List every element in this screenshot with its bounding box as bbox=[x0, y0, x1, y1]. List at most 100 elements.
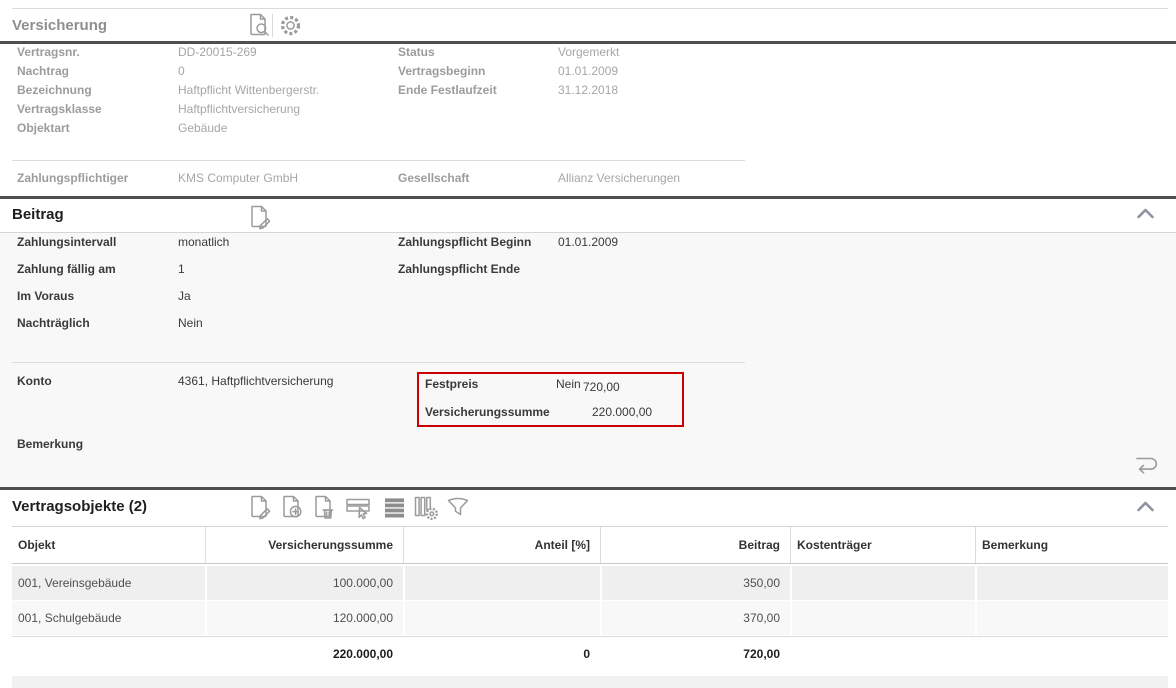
section-divider bbox=[0, 196, 1176, 199]
cell-bemerkung bbox=[975, 566, 1168, 600]
field-label: Konto bbox=[17, 374, 52, 388]
field-label: Zahlungspflicht Ende bbox=[398, 262, 520, 276]
cell-anteil bbox=[403, 601, 600, 635]
field-label: Nachträglich bbox=[17, 316, 90, 330]
field-label: Gesellschaft bbox=[398, 171, 469, 185]
rows-view-button[interactable] bbox=[382, 495, 407, 520]
field-label: Ende Festlaufzeit bbox=[398, 83, 497, 97]
field-label: Vertragsklasse bbox=[17, 102, 102, 116]
section-divider bbox=[0, 487, 1176, 490]
field-label: Versicherungssumme bbox=[425, 405, 550, 419]
cell-bemerkung bbox=[975, 601, 1168, 635]
field-group-divider bbox=[12, 160, 745, 161]
column-header-bemerkung[interactable]: Bemerkung bbox=[975, 527, 1168, 563]
column-settings-icon bbox=[412, 494, 439, 521]
total-anteil: 0 bbox=[403, 640, 600, 668]
insurance-detail-page: Versicherung Vertragsnr. DD-20015-269 Na… bbox=[0, 0, 1176, 688]
field-label: Zahlung fällig am bbox=[17, 262, 116, 276]
table-row[interactable]: 001, Schulgebäude 120.000,00 370,00 bbox=[12, 601, 1168, 635]
field-value: 0 bbox=[178, 64, 185, 78]
delete-document-icon bbox=[310, 494, 336, 520]
collapse-vertragsobjekte-button[interactable] bbox=[1136, 500, 1155, 512]
field-value: Haftpflichtversicherung bbox=[178, 102, 300, 116]
field-value: Nein bbox=[178, 316, 203, 330]
cell-versicherungssumme: 120.000,00 bbox=[205, 601, 403, 635]
add-object-button[interactable] bbox=[278, 494, 304, 520]
cell-kostentraeger bbox=[790, 566, 975, 600]
column-header-objekt[interactable]: Objekt bbox=[12, 527, 205, 563]
delete-object-button[interactable] bbox=[310, 494, 336, 520]
filter-button[interactable] bbox=[445, 494, 471, 520]
section-title-beitrag: Beitrag bbox=[12, 206, 64, 223]
table-totals-row: 220.000,00 0 720,00 bbox=[12, 640, 1168, 668]
field-value: 31.12.2018 bbox=[558, 83, 618, 97]
edit-document-icon bbox=[246, 204, 272, 230]
beitrag-content-background bbox=[0, 233, 1176, 487]
column-settings-button[interactable] bbox=[412, 494, 439, 521]
field-label: Im Voraus bbox=[17, 289, 74, 303]
return-button[interactable] bbox=[1130, 453, 1160, 475]
cell-beitrag: 370,00 bbox=[600, 601, 790, 635]
edit-object-button[interactable] bbox=[246, 494, 272, 520]
total-beitrag: 720,00 bbox=[600, 640, 790, 668]
field-value: Nein bbox=[556, 377, 581, 391]
section-divider bbox=[0, 41, 1176, 44]
totals-divider bbox=[12, 636, 1168, 637]
table-row[interactable]: 001, Vereinsgebäude 100.000,00 350,00 bbox=[12, 566, 1168, 600]
field-value: Haftpflicht Wittenbergerstr. bbox=[178, 83, 319, 97]
select-rows-button[interactable] bbox=[344, 496, 372, 521]
cell-versicherungssumme: 100.000,00 bbox=[205, 566, 403, 600]
column-header-versicherungssumme[interactable]: Versicherungssumme bbox=[205, 527, 403, 563]
table-header-row: Objekt Versicherungssumme Anteil [%] Bei… bbox=[12, 527, 1168, 564]
field-label: Status bbox=[398, 45, 435, 59]
add-document-icon bbox=[278, 494, 304, 520]
column-header-beitrag[interactable]: Beitrag bbox=[600, 527, 790, 563]
cell-anteil bbox=[403, 566, 600, 600]
field-value: Allianz Versicherungen bbox=[558, 171, 680, 185]
edit-document-icon bbox=[246, 494, 272, 520]
field-label: Bezeichnung bbox=[17, 83, 92, 97]
cell-beitrag: 350,00 bbox=[600, 566, 790, 600]
field-label: Bemerkung bbox=[17, 437, 83, 451]
section-title-vertragsobjekte: Vertragsobjekte (2) bbox=[12, 498, 147, 515]
field-label: Festpreis bbox=[425, 377, 478, 391]
field-value: 4361, Haftpflichtversicherung bbox=[178, 374, 333, 388]
field-value: 220.000,00 bbox=[592, 405, 652, 419]
field-value: KMS Computer GmbH bbox=[178, 171, 298, 185]
field-label: Zahlungspflichtiger bbox=[17, 171, 128, 185]
toolbar-divider bbox=[272, 14, 273, 37]
field-label: Nachtrag bbox=[17, 64, 69, 78]
settings-button[interactable] bbox=[278, 13, 303, 38]
field-label: Zahlungspflicht Beginn bbox=[398, 235, 531, 249]
field-label: Objektart bbox=[17, 121, 70, 135]
return-arrow-icon bbox=[1130, 453, 1160, 475]
field-label: Zahlungsintervall bbox=[17, 235, 116, 249]
field-group-divider bbox=[12, 362, 745, 363]
settings-gear-icon bbox=[278, 13, 303, 38]
cell-objekt: 001, Schulgebäude bbox=[12, 601, 205, 635]
filter-funnel-icon bbox=[445, 494, 471, 520]
column-header-kostentraeger[interactable]: Kostenträger bbox=[790, 527, 975, 563]
document-preview-button[interactable] bbox=[245, 12, 271, 38]
field-value: 01.01.2009 bbox=[558, 64, 618, 78]
bottom-strip bbox=[12, 676, 1168, 688]
document-preview-icon bbox=[245, 12, 271, 38]
column-header-anteil[interactable]: Anteil [%] bbox=[403, 527, 600, 563]
field-value: 720,00 bbox=[583, 380, 620, 394]
field-label: Vertragsnr. bbox=[17, 45, 80, 59]
cell-objekt: 001, Vereinsgebäude bbox=[12, 566, 205, 600]
total-versicherungssumme: 220.000,00 bbox=[205, 640, 403, 668]
field-value: DD-20015-269 bbox=[178, 45, 257, 59]
field-value: Gebäude bbox=[178, 121, 227, 135]
edit-beitrag-button[interactable] bbox=[246, 204, 272, 230]
field-value: 1 bbox=[178, 262, 185, 276]
section-title-versicherung: Versicherung bbox=[12, 17, 107, 34]
collapse-beitrag-button[interactable] bbox=[1136, 207, 1155, 219]
chevron-up-icon bbox=[1136, 500, 1155, 512]
field-value: Ja bbox=[178, 289, 191, 303]
cell-kostentraeger bbox=[790, 601, 975, 635]
field-label: Vertragsbeginn bbox=[398, 64, 485, 78]
top-divider bbox=[12, 8, 1168, 9]
select-rows-icon bbox=[344, 496, 372, 521]
status-value: Vorgemerkt bbox=[558, 45, 619, 59]
